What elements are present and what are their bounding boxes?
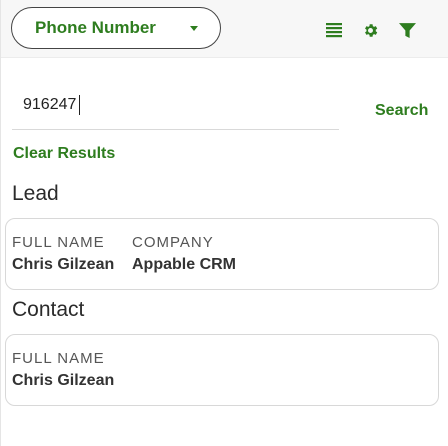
gear-icon[interactable] xyxy=(360,20,380,40)
contact-full-name-field: FULL NAME Chris Gilzean xyxy=(12,350,114,390)
lead-company-field: COMPANY Appable CRM xyxy=(132,234,236,274)
field-value: Chris Gilzean xyxy=(12,372,115,389)
text-cursor xyxy=(79,95,80,115)
search-button[interactable]: Search xyxy=(375,102,428,120)
header-bar: Phone Number xyxy=(1,0,448,58)
search-field-dropdown-value: Phone Number xyxy=(35,18,156,37)
search-input[interactable] xyxy=(23,94,323,116)
field-label: FULL NAME xyxy=(12,350,105,367)
search-field-wrapper xyxy=(12,86,339,130)
app-root: Phone Number Search Clear Results xyxy=(0,0,448,446)
lead-section-title: Lead xyxy=(12,182,59,205)
lead-full-name-field: FULL NAME Chris Gilzean xyxy=(12,234,114,274)
field-label: FULL NAME xyxy=(12,234,105,251)
field-value: Chris Gilzean xyxy=(12,256,115,273)
lead-result-card[interactable]: FULL NAME Chris Gilzean COMPANY Appable … xyxy=(5,218,439,290)
contact-result-card[interactable]: FULL NAME Chris Gilzean xyxy=(5,334,439,406)
clear-results-button[interactable]: Clear Results xyxy=(13,145,115,163)
field-label: COMPANY xyxy=(132,234,214,251)
list-icon[interactable] xyxy=(324,20,344,40)
contact-section-title: Contact xyxy=(12,298,85,321)
chevron-down-icon xyxy=(190,25,198,31)
field-value: Appable CRM xyxy=(132,256,236,273)
filter-icon[interactable] xyxy=(397,20,417,40)
search-field-dropdown[interactable]: Phone Number xyxy=(11,7,221,49)
